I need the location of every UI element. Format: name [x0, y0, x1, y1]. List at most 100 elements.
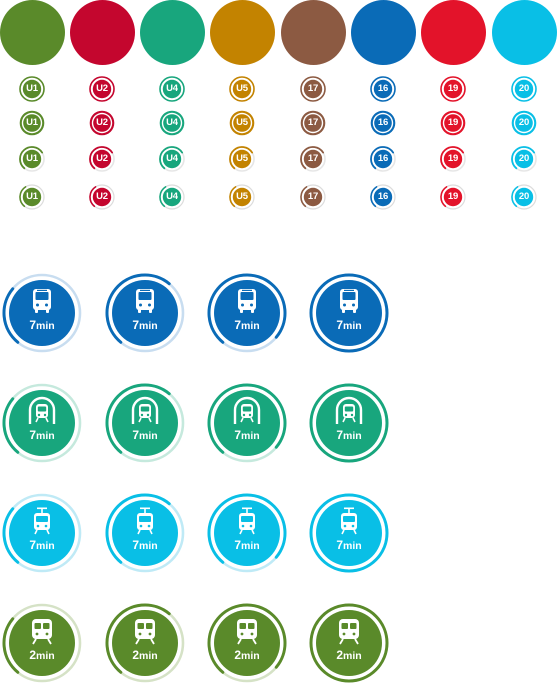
line-badge-17-ring-outline-thin: 17 [300, 184, 326, 210]
departure-time-unit: min [139, 430, 158, 442]
line-badge-label: U4 [166, 83, 178, 94]
line-badge-label: U2 [96, 191, 108, 202]
departure-tile-train: 2min [207, 603, 287, 683]
line-badge-20-ring-double: 20 [511, 110, 537, 136]
departure-time-value: 7 [336, 538, 343, 552]
line-badge-u4-ring-thin: U4 [159, 76, 185, 102]
departure-time-unit: min [241, 540, 260, 552]
departure-time-unit: min [139, 320, 158, 332]
line-badge-u1-ring-thin: U1 [19, 76, 45, 102]
line-badge-label: U5 [236, 117, 248, 128]
line-badge-label: 16 [377, 191, 389, 202]
line-badge-label: 17 [307, 153, 319, 164]
line-badge-16-ring-double: 16 [370, 110, 396, 136]
subway-icon [233, 396, 261, 424]
departure-time-unit: min [241, 320, 260, 332]
departure-time-value: 2 [234, 648, 241, 662]
departure-tile-bus: 7min [2, 273, 82, 353]
color-swatch-teal [140, 0, 205, 65]
line-badge-label: U1 [26, 153, 38, 164]
departure-time-value: 7 [132, 318, 139, 332]
departure-tile-subway: 7min [207, 383, 287, 463]
departure-time-value: 7 [132, 538, 139, 552]
departure-tile-tram: 7min [309, 493, 389, 573]
color-swatch-brown [281, 0, 346, 65]
departure-time-value: 2 [132, 648, 139, 662]
line-badge-label: 16 [377, 117, 389, 128]
line-badge-label: 17 [307, 83, 319, 94]
color-swatch-blue [351, 0, 416, 65]
departure-time: 7min [207, 317, 287, 333]
line-badge-u5-ring-double: U5 [229, 110, 255, 136]
line-badge-u5-ring-outline-thin: U5 [229, 184, 255, 210]
departure-time-value: 7 [234, 428, 241, 442]
line-badge-19-ring-outline-thin: 19 [440, 184, 466, 210]
departure-time: 7min [207, 537, 287, 553]
departure-tile-tram: 7min [105, 493, 185, 573]
departure-time-value: 2 [29, 648, 36, 662]
line-badge-label: U1 [26, 117, 38, 128]
line-badge-u4-ring-double: U4 [159, 110, 185, 136]
line-badge-u5-ring-thin: U5 [229, 76, 255, 102]
departure-time: 7min [309, 427, 389, 443]
line-badge-label: U5 [236, 83, 248, 94]
departure-time-unit: min [139, 540, 158, 552]
departure-time-unit: min [241, 430, 260, 442]
departure-time-unit: min [343, 650, 362, 662]
color-swatch-red [421, 0, 486, 65]
line-badge-20-ring-outline-thin: 20 [511, 184, 537, 210]
departure-time: 7min [2, 317, 82, 333]
departure-tile-subway: 7min [105, 383, 185, 463]
line-badge-label: U4 [166, 153, 178, 164]
departure-tile-train: 2min [309, 603, 389, 683]
line-badge-16-ring-outline-thin: 16 [370, 184, 396, 210]
departure-time-value: 7 [234, 538, 241, 552]
departure-time: 7min [2, 427, 82, 443]
color-swatch-amber [210, 0, 275, 65]
line-badge-label: 16 [377, 83, 389, 94]
departure-time-value: 7 [336, 428, 343, 442]
line-badge-16-ring-thin: 16 [370, 76, 396, 102]
departure-time: 7min [207, 427, 287, 443]
departure-time-unit: min [36, 540, 55, 552]
line-badge-19-ring-partial: 19 [440, 146, 466, 172]
line-badge-label: U4 [166, 191, 178, 202]
line-badge-u5-ring-partial: U5 [229, 146, 255, 172]
departure-tile-subway: 7min [309, 383, 389, 463]
line-badge-label: U2 [96, 153, 108, 164]
subway-icon [131, 396, 159, 424]
train-icon [339, 619, 359, 645]
line-badge-17-ring-partial: 17 [300, 146, 326, 172]
line-badge-label: 16 [377, 153, 389, 164]
departure-time-value: 7 [29, 538, 36, 552]
departure-tile-tram: 7min [207, 493, 287, 573]
line-badge-label: U4 [166, 117, 178, 128]
color-swatch-crimson [70, 0, 135, 65]
departure-time-unit: min [36, 650, 55, 662]
line-badge-label: U2 [96, 117, 108, 128]
line-badge-label: 17 [307, 191, 319, 202]
departure-time-unit: min [343, 540, 362, 552]
departure-time-unit: min [343, 320, 362, 332]
line-badge-16-ring-partial: 16 [370, 146, 396, 172]
line-badge-u2-ring-partial: U2 [89, 146, 115, 172]
departure-time-value: 2 [336, 648, 343, 662]
subway-icon [335, 396, 363, 424]
line-badge-label: U5 [236, 191, 248, 202]
line-badge-label: U1 [26, 191, 38, 202]
color-swatch-olive-green [0, 0, 65, 65]
train-icon [237, 619, 257, 645]
departure-time-unit: min [36, 320, 55, 332]
color-swatch-cyan [492, 0, 557, 65]
line-badge-19-ring-double: 19 [440, 110, 466, 136]
line-badge-u2-ring-thin: U2 [89, 76, 115, 102]
departure-tile-bus: 7min [309, 273, 389, 353]
train-icon [135, 619, 155, 645]
departure-time: 7min [105, 537, 185, 553]
line-badge-u4-ring-outline-thin: U4 [159, 184, 185, 210]
line-badge-label: 17 [307, 117, 319, 128]
departure-tile-train: 2min [2, 603, 82, 683]
departure-time-value: 7 [132, 428, 139, 442]
departure-time-unit: min [36, 430, 55, 442]
departure-time-value: 7 [29, 318, 36, 332]
